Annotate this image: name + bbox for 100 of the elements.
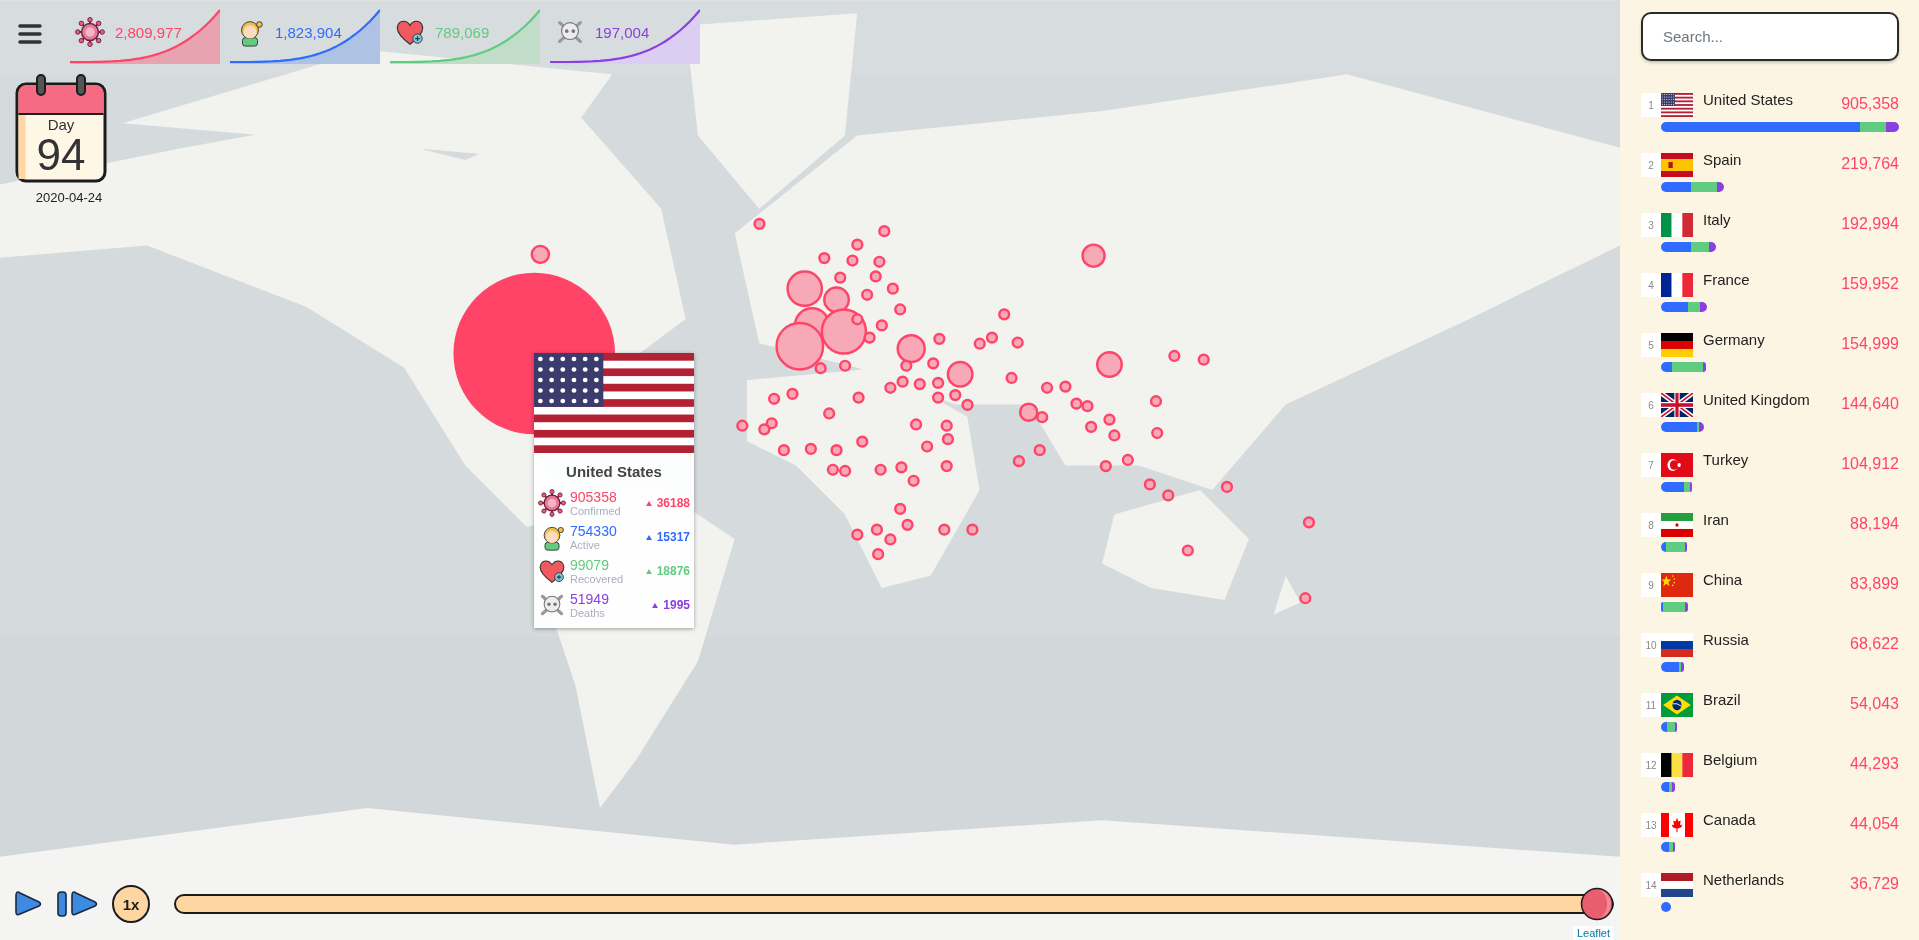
case-marker[interactable] xyxy=(851,238,864,251)
case-marker[interactable] xyxy=(874,463,887,476)
case-marker[interactable] xyxy=(1081,400,1094,413)
case-marker[interactable] xyxy=(823,407,836,420)
case-marker[interactable] xyxy=(1181,544,1194,557)
case-marker[interactable] xyxy=(863,331,876,344)
case-marker[interactable] xyxy=(1081,243,1106,268)
timeline-slider[interactable] xyxy=(174,887,1614,921)
case-marker[interactable] xyxy=(901,518,914,531)
case-marker[interactable] xyxy=(1070,397,1083,410)
case-marker[interactable] xyxy=(736,419,749,432)
case-marker[interactable] xyxy=(900,359,913,372)
case-marker[interactable] xyxy=(826,463,839,476)
country-name[interactable]: United States xyxy=(1703,91,1842,108)
case-marker[interactable] xyxy=(1197,353,1210,366)
case-marker[interactable] xyxy=(941,433,955,446)
case-marker[interactable] xyxy=(861,288,874,301)
case-marker[interactable] xyxy=(1108,429,1121,442)
case-marker[interactable] xyxy=(775,321,825,371)
case-marker[interactable] xyxy=(894,303,907,316)
case-marker[interactable] xyxy=(909,418,923,431)
country-name[interactable]: Canada xyxy=(1703,811,1851,828)
case-marker[interactable] xyxy=(830,444,843,457)
case-marker[interactable] xyxy=(872,548,885,561)
case-marker[interactable] xyxy=(1103,413,1116,426)
case-marker[interactable] xyxy=(886,282,899,295)
case-marker[interactable] xyxy=(786,387,799,400)
case-marker[interactable] xyxy=(940,459,953,473)
case-marker[interactable] xyxy=(973,337,986,350)
country-name[interactable]: France xyxy=(1703,271,1842,288)
case-marker[interactable] xyxy=(846,254,859,267)
country-name[interactable]: Belgium xyxy=(1703,751,1851,768)
case-marker[interactable] xyxy=(1040,381,1054,394)
case-marker[interactable] xyxy=(1018,402,1039,423)
country-name[interactable]: Spain xyxy=(1703,151,1842,168)
case-marker[interactable] xyxy=(961,398,974,412)
case-marker[interactable] xyxy=(927,357,940,370)
case-marker[interactable] xyxy=(1299,592,1312,605)
case-marker[interactable] xyxy=(998,308,1011,321)
case-marker[interactable] xyxy=(907,474,920,487)
case-marker[interactable] xyxy=(875,319,888,332)
country-name[interactable]: Italy xyxy=(1703,211,1842,228)
case-marker[interactable] xyxy=(1302,516,1316,529)
case-marker[interactable] xyxy=(932,391,945,404)
case-marker[interactable] xyxy=(1011,336,1024,349)
case-marker[interactable] xyxy=(1085,420,1098,434)
case-marker[interactable] xyxy=(820,308,868,355)
case-marker[interactable] xyxy=(530,244,551,265)
case-marker[interactable] xyxy=(884,533,897,546)
country-name[interactable]: Russia xyxy=(1703,631,1851,648)
case-marker[interactable] xyxy=(884,381,897,394)
case-marker[interactable] xyxy=(1168,349,1181,363)
country-name[interactable]: Turkey xyxy=(1703,451,1842,468)
country-name[interactable]: United Kingdom xyxy=(1703,391,1842,408)
case-marker[interactable] xyxy=(758,423,771,436)
country-name[interactable]: Netherlands xyxy=(1703,871,1851,888)
case-marker[interactable] xyxy=(896,333,926,364)
case-marker[interactable] xyxy=(873,255,886,268)
country-name[interactable]: China xyxy=(1703,571,1851,588)
case-marker[interactable] xyxy=(1033,444,1046,457)
case-marker[interactable] xyxy=(1149,395,1163,408)
case-marker[interactable] xyxy=(878,225,891,238)
case-marker[interactable] xyxy=(921,440,934,453)
case-marker[interactable] xyxy=(851,313,864,326)
search-field[interactable]: Search... xyxy=(1641,12,1899,61)
case-marker[interactable] xyxy=(1099,459,1112,473)
case-marker[interactable] xyxy=(804,442,817,456)
case-marker[interactable] xyxy=(933,332,946,345)
case-marker[interactable] xyxy=(913,378,926,391)
menu-icon[interactable] xyxy=(18,23,42,45)
attribution-link[interactable]: Leaflet xyxy=(1572,926,1614,940)
country-name[interactable]: Iran xyxy=(1703,511,1851,528)
case-marker[interactable] xyxy=(985,331,999,344)
case-marker[interactable] xyxy=(1143,478,1156,491)
case-marker[interactable] xyxy=(856,435,869,448)
case-marker[interactable] xyxy=(753,217,766,230)
country-name[interactable]: Germany xyxy=(1703,331,1842,348)
case-marker[interactable] xyxy=(932,376,945,389)
case-marker[interactable] xyxy=(834,271,847,284)
case-marker[interactable] xyxy=(1121,453,1134,467)
case-marker[interactable] xyxy=(786,270,824,308)
case-marker[interactable] xyxy=(814,362,827,375)
case-marker[interactable] xyxy=(938,523,951,536)
case-marker[interactable] xyxy=(851,528,864,541)
case-marker[interactable] xyxy=(869,270,882,283)
case-marker[interactable] xyxy=(765,417,778,430)
case-marker[interactable] xyxy=(949,389,962,402)
case-marker[interactable] xyxy=(946,360,974,388)
case-marker[interactable] xyxy=(1036,411,1049,424)
slider-thumb[interactable] xyxy=(1580,887,1614,921)
case-marker[interactable] xyxy=(895,461,908,474)
case-marker[interactable] xyxy=(870,523,884,536)
case-marker[interactable] xyxy=(966,523,979,536)
case-marker[interactable] xyxy=(1059,380,1072,393)
case-marker[interactable] xyxy=(1012,455,1026,468)
case-marker[interactable] xyxy=(1162,489,1175,502)
case-marker[interactable] xyxy=(768,392,781,405)
case-marker[interactable] xyxy=(940,419,953,432)
case-marker[interactable] xyxy=(1096,351,1123,378)
case-marker[interactable] xyxy=(1005,371,1018,385)
